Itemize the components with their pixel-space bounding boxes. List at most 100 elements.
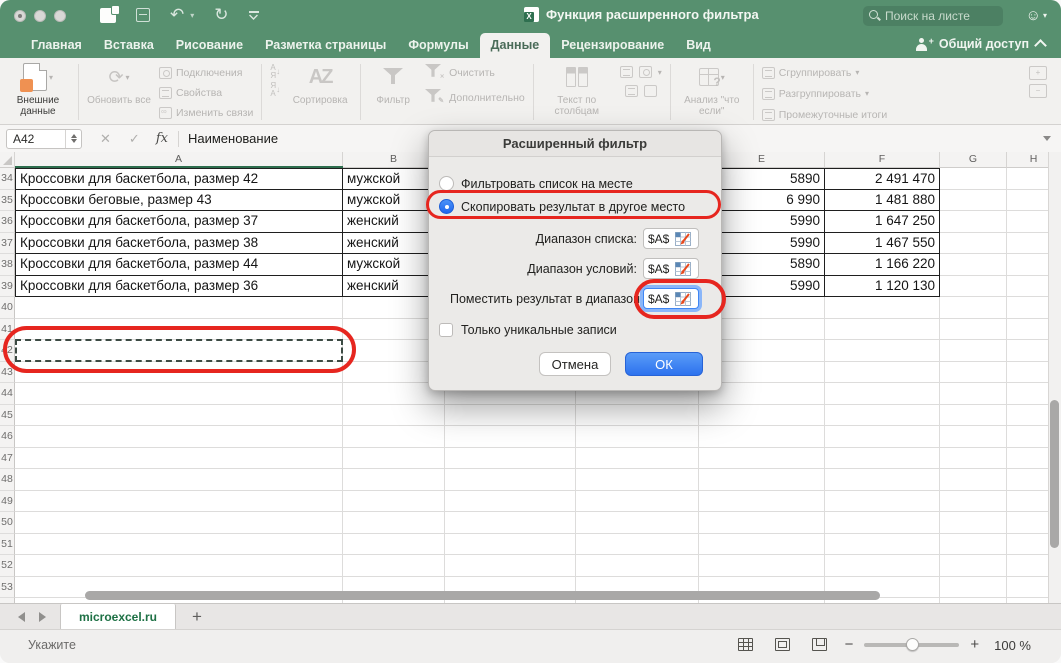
edit-links-button[interactable]: Изменить связи: [159, 104, 253, 121]
sort-button[interactable]: АZ Сортировка: [288, 62, 352, 106]
cell-F37[interactable]: 1 467 550: [825, 233, 940, 255]
cell-A52[interactable]: [15, 555, 343, 577]
cell-F43[interactable]: [825, 362, 940, 384]
cell-E52[interactable]: [699, 555, 825, 577]
zoom-button[interactable]: [54, 10, 66, 22]
cell-F38[interactable]: 1 166 220: [825, 254, 940, 276]
tab-view[interactable]: Вид: [675, 33, 722, 58]
cell-B49[interactable]: [343, 491, 445, 513]
minimize-button[interactable]: [34, 10, 46, 22]
row-header-52[interactable]: 52: [0, 555, 15, 577]
cell-D45[interactable]: [576, 405, 699, 427]
cell-F46[interactable]: [825, 426, 940, 448]
ungroup-button[interactable]: Разгруппировать▾: [762, 85, 888, 102]
cell-F34[interactable]: 2 491 470: [825, 168, 940, 190]
confirm-entry-icon[interactable]: ✓: [129, 131, 140, 147]
row-header-35[interactable]: 35: [0, 190, 15, 212]
cell-A36[interactable]: Кроссовки для баскетбола, размер 37: [15, 211, 343, 233]
cell-G37[interactable]: [940, 233, 1007, 255]
cell-A44[interactable]: [15, 383, 343, 405]
advanced-filter-button[interactable]: ✎Дополнительно: [425, 89, 525, 106]
cancel-entry-icon[interactable]: ✕: [100, 131, 111, 147]
cell-B50[interactable]: [343, 512, 445, 534]
cell-F40[interactable]: [825, 297, 940, 319]
cell-B47[interactable]: [343, 448, 445, 470]
cell-F44[interactable]: [825, 383, 940, 405]
search-input[interactable]: Поиск на листе: [863, 6, 1003, 26]
what-if-button[interactable]: ?▾ Анализ "что если": [679, 62, 745, 117]
cell-G50[interactable]: [940, 512, 1007, 534]
cell-D52[interactable]: [576, 555, 699, 577]
cell-F39[interactable]: 1 120 130: [825, 276, 940, 298]
relationships-icon[interactable]: [644, 85, 657, 97]
cell-G39[interactable]: [940, 276, 1007, 298]
cell-E48[interactable]: [699, 469, 825, 491]
ok-button[interactable]: ОК: [625, 352, 703, 376]
cell-C51[interactable]: [445, 534, 576, 556]
row-header-34[interactable]: 34: [0, 168, 15, 190]
cell-B48[interactable]: [343, 469, 445, 491]
name-box[interactable]: A42: [6, 129, 82, 149]
cell-F47[interactable]: [825, 448, 940, 470]
formula-bar-expand-icon[interactable]: [1043, 136, 1051, 141]
name-box-spinner[interactable]: [65, 130, 81, 148]
cell-G46[interactable]: [940, 426, 1007, 448]
subtotal-button[interactable]: Промежуточные итоги: [762, 106, 888, 123]
row-header-39[interactable]: 39: [0, 276, 15, 298]
cell-F52[interactable]: [825, 555, 940, 577]
row-header-38[interactable]: 38: [0, 254, 15, 276]
cell-A49[interactable]: [15, 491, 343, 513]
group-button[interactable]: Сгруппировать▾: [762, 64, 888, 81]
row-header-46[interactable]: 46: [0, 426, 15, 448]
toolbar-more-icon[interactable]: [249, 11, 259, 20]
zoom-slider[interactable]: [864, 643, 959, 647]
cell-E46[interactable]: [699, 426, 825, 448]
tab-insert[interactable]: Вставка: [93, 33, 165, 58]
cell-A46[interactable]: [15, 426, 343, 448]
row-header-36[interactable]: 36: [0, 211, 15, 233]
feedback-button[interactable]: ☺ ▾: [1026, 7, 1047, 24]
cell-F49[interactable]: [825, 491, 940, 513]
criteria-range-input[interactable]: $A$: [643, 258, 699, 279]
cell-G43[interactable]: [940, 362, 1007, 384]
cell-A39[interactable]: Кроссовки для баскетбола, размер 36: [15, 276, 343, 298]
normal-view-icon[interactable]: [738, 638, 753, 651]
cell-E47[interactable]: [699, 448, 825, 470]
cell-D49[interactable]: [576, 491, 699, 513]
radio-filter-in-place[interactable]: Фильтровать список на месте: [439, 176, 633, 191]
cell-G44[interactable]: [940, 383, 1007, 405]
cell-A37[interactable]: Кроссовки для баскетбола, размер 38: [15, 233, 343, 255]
consolidate-icon[interactable]: [625, 85, 638, 97]
cell-E51[interactable]: [699, 534, 825, 556]
data-validation-icon[interactable]: [639, 66, 652, 78]
hide-detail-icon[interactable]: −: [1029, 84, 1047, 98]
cell-D48[interactable]: [576, 469, 699, 491]
cell-F50[interactable]: [825, 512, 940, 534]
cell-E45[interactable]: [699, 405, 825, 427]
cell-E49[interactable]: [699, 491, 825, 513]
cell-G48[interactable]: [940, 469, 1007, 491]
sort-desc-button[interactable]: ЯА↓: [270, 82, 280, 98]
row-header-47[interactable]: 47: [0, 448, 15, 470]
cell-F42[interactable]: [825, 340, 940, 362]
cell-G47[interactable]: [940, 448, 1007, 470]
row-header-45[interactable]: 45: [0, 405, 15, 427]
add-sheet-button[interactable]: +: [176, 604, 218, 630]
properties-button[interactable]: Свойства: [159, 84, 253, 101]
row-header-51[interactable]: 51: [0, 534, 15, 556]
list-range-input[interactable]: $A$: [643, 228, 699, 249]
unique-records-checkbox[interactable]: Только уникальные записи: [439, 323, 617, 337]
column-header-G[interactable]: G: [940, 152, 1007, 168]
zoom-in-icon[interactable]: +: [970, 637, 979, 653]
range-selector-icon[interactable]: [675, 262, 691, 276]
cell-F35[interactable]: 1 481 880: [825, 190, 940, 212]
cancel-button[interactable]: Отмена: [539, 352, 611, 376]
zoom-out-icon[interactable]: −: [845, 637, 854, 653]
row-header-49[interactable]: 49: [0, 491, 15, 513]
horizontal-scrollbar-thumb[interactable]: [85, 591, 880, 600]
row-header-44[interactable]: 44: [0, 383, 15, 405]
sheet-tab-active[interactable]: microexcel.ru: [60, 604, 176, 630]
cell-G49[interactable]: [940, 491, 1007, 513]
cell-B46[interactable]: [343, 426, 445, 448]
prev-sheet-icon[interactable]: [18, 612, 25, 622]
